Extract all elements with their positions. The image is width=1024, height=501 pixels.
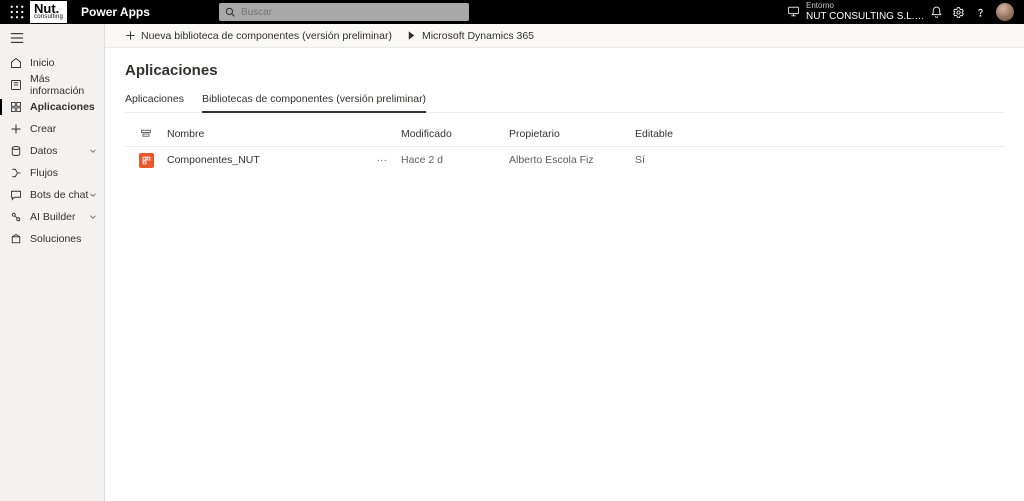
new-component-library-button[interactable]: Nueva biblioteca de componentes (versión… [125,30,392,42]
column-header-modified[interactable]: Modificado [401,128,509,140]
grid-header: Nombre Modificado Propietario Editable [125,121,1004,147]
sidebar-item-mas-informacion[interactable]: Más información [0,74,104,96]
ai-icon [10,211,22,223]
environment-label: Entorno [806,2,926,11]
row-app-icon [125,153,167,168]
main: Nueva biblioteca de componentes (versión… [104,24,1024,501]
apps-icon [10,101,22,113]
page-title: Aplicaciones [125,62,1004,79]
tab-aplicaciones[interactable]: Aplicaciones [125,93,184,112]
component-library-icon [139,153,154,168]
sidebar-item-label: Flujos [30,167,58,179]
sidebar: Inicio Más información Aplicaciones Crea… [0,24,104,501]
tabs: Aplicaciones Bibliotecas de componentes … [125,93,1004,113]
notifications-icon[interactable] [926,1,948,23]
sidebar-item-label: Aplicaciones [30,101,95,113]
tenant-logo: Nut. consulting [30,1,67,23]
sidebar-item-label: Datos [30,145,57,157]
sidebar-item-ai-builder[interactable]: AI Builder [0,206,104,228]
cmd-label: Nueva biblioteca de componentes (versión… [141,30,392,42]
chevron-down-icon [88,212,98,222]
settings-icon[interactable] [948,1,970,23]
sidebar-item-label: Bots de chat [30,189,88,201]
dynamics-365-button[interactable]: Microsoft Dynamics 365 [406,30,534,42]
row-editable: Sí [635,154,735,166]
chevron-down-icon [88,146,98,156]
user-avatar[interactable] [996,3,1014,21]
environment-icon [787,5,800,18]
chevron-down-icon [88,190,98,200]
command-bar: Nueva biblioteca de componentes (versión… [105,24,1024,48]
column-header-owner[interactable]: Propietario [509,128,635,140]
data-grid: Nombre Modificado Propietario Editable C… [125,121,1004,173]
content: Aplicaciones Aplicaciones Bibliotecas de… [105,48,1024,173]
plus-icon [10,123,22,135]
search-wrap [219,3,469,21]
sidebar-item-bots[interactable]: Bots de chat [0,184,104,206]
row-name: Componentes_NUT [167,154,260,166]
logo-text-small: consulting [34,15,63,20]
chat-icon [10,189,22,201]
filter-button[interactable] [125,128,167,140]
home-icon [10,57,22,69]
row-modified: Hace 2 d [401,154,509,166]
sidebar-item-datos[interactable]: Datos [0,140,104,162]
sidebar-item-crear[interactable]: Crear [0,118,104,140]
sidebar-item-label: Más información [30,73,104,97]
sidebar-item-flujos[interactable]: Flujos [0,162,104,184]
sidebar-toggle[interactable] [0,24,104,52]
body: Inicio Más información Aplicaciones Crea… [0,24,1024,501]
column-header-editable[interactable]: Editable [635,128,735,140]
sidebar-item-label: AI Builder [30,211,76,223]
cmd-label: Microsoft Dynamics 365 [422,30,534,42]
tab-bibliotecas[interactable]: Bibliotecas de componentes (versión prel… [202,93,426,113]
sidebar-item-label: Soluciones [30,233,81,245]
book-icon [10,79,22,91]
app-name: Power Apps [81,5,150,19]
row-owner: Alberto Escola Fiz [509,154,635,166]
sidebar-item-label: Inicio [30,57,55,69]
solutions-icon [10,233,22,245]
sidebar-item-aplicaciones[interactable]: Aplicaciones [0,96,104,118]
column-header-name[interactable]: Nombre [167,128,401,140]
row-more-actions[interactable]: ··· [377,154,388,166]
search-input[interactable] [219,3,469,21]
flow-icon [10,167,22,179]
top-header: Nut. consulting Power Apps Entorno NUT C… [0,0,1024,24]
app-launcher-icon[interactable] [6,1,28,23]
sidebar-item-label: Crear [30,123,56,135]
environment-picker[interactable]: Entorno NUT CONSULTING S.L. (... [787,2,926,22]
data-icon [10,145,22,157]
search-icon [225,7,235,17]
help-icon[interactable] [970,1,992,23]
sidebar-item-soluciones[interactable]: Soluciones [0,228,104,250]
environment-value: NUT CONSULTING S.L. (... [806,11,926,22]
sidebar-item-inicio[interactable]: Inicio [0,52,104,74]
environment-text: Entorno NUT CONSULTING S.L. (... [806,2,926,22]
table-row[interactable]: Componentes_NUT ··· Hace 2 d Alberto Esc… [125,147,1004,173]
